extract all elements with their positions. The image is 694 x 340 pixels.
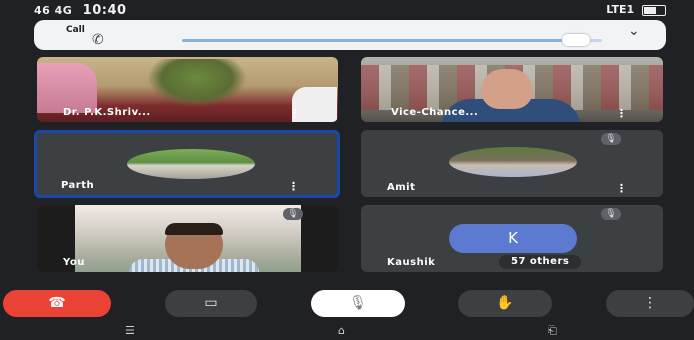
participant-tile-self[interactable]: 🎙 You [37, 205, 338, 272]
network-text: LTE1 [606, 3, 635, 16]
participant-tile-2[interactable]: Vice-Chance... ⋮ [361, 57, 663, 122]
participant-video-background [147, 59, 247, 107]
volume-fill [182, 39, 573, 42]
mic-toggle-button[interactable]: 🎙 [311, 290, 405, 317]
self-video-hair [165, 223, 223, 235]
mic-off-icon: 🎙 [283, 208, 303, 220]
call-controls: ☎ ▭ 🎙 ✋ ⋮ [0, 290, 694, 320]
signal-text: 46 4G [34, 4, 73, 17]
hand-icon: ✋ [496, 295, 514, 311]
participant-video-head [481, 69, 533, 109]
mic-off-icon: 🎙 [601, 208, 621, 220]
status-bar: 46 4G 10:40 LTE1 [0, 0, 694, 18]
participant-tile-others[interactable]: 🎙 K Kaushik 57 others [361, 205, 663, 272]
participant-tile-1[interactable]: Dr. P.K.Shriv... ⋮ [37, 57, 338, 122]
kebab-icon[interactable]: ⋮ [616, 108, 627, 119]
end-call-button[interactable]: ☎ [3, 290, 111, 317]
kebab-icon[interactable]: ⋮ [288, 181, 299, 192]
camera-toggle-button[interactable]: ▭ [165, 290, 257, 317]
volume-slider[interactable] [182, 39, 602, 42]
call-volume-panel: Call ✆ ⌄ [34, 20, 666, 50]
hang-up-icon: ☎ [48, 295, 66, 311]
camera-icon: ▭ [204, 295, 218, 311]
raise-hand-button[interactable]: ✋ [458, 290, 552, 317]
status-left: 46 4G 10:40 [34, 3, 127, 18]
mic-off-icon: 🎙 [349, 295, 367, 311]
participant-name: Vice-Chance... [391, 107, 479, 118]
mic-off-icon: 🎙 [601, 133, 621, 145]
participant-name: Kaushik [387, 257, 436, 268]
kebab-icon[interactable]: ⋮ [616, 183, 627, 194]
chevron-down-icon[interactable]: ⌄ [628, 23, 640, 39]
more-options-button[interactable]: ⋮ [606, 290, 694, 317]
call-label: Call [66, 25, 85, 35]
participant-name: Amit [387, 182, 416, 193]
participant-name: You [63, 257, 85, 268]
back-icon[interactable]: ⎗ [548, 324, 557, 338]
avatar [127, 149, 255, 179]
volume-thumb[interactable] [562, 34, 590, 46]
clock-time: 10:40 [82, 3, 127, 18]
participant-tile-3[interactable]: Parth ⋮ [34, 130, 340, 198]
participant-name: Dr. P.K.Shriv... [63, 107, 151, 118]
recents-icon[interactable]: ☰ [125, 324, 135, 337]
others-count-badge[interactable]: 57 others [499, 255, 582, 269]
phone-icon: ✆ [92, 32, 104, 48]
participant-name: Parth [61, 180, 95, 191]
participant-tile-4[interactable]: 🎙 Amit ⋮ [361, 130, 663, 197]
kebab-icon[interactable]: ⋮ [289, 108, 300, 119]
participant-video [37, 63, 97, 113]
kebab-icon: ⋮ [643, 295, 657, 311]
home-icon[interactable]: ⌂ [338, 324, 345, 337]
status-right: LTE1 [606, 3, 666, 16]
battery-icon [642, 4, 666, 16]
avatar-initial: K [449, 224, 577, 253]
system-nav-bar: ☰ ⌂ ⎗ [0, 322, 694, 340]
meet-call-screen: 46 4G 10:40 LTE1 Call ✆ ⌄ Dr. P.K.Shriv.… [0, 0, 694, 340]
avatar [449, 147, 577, 177]
